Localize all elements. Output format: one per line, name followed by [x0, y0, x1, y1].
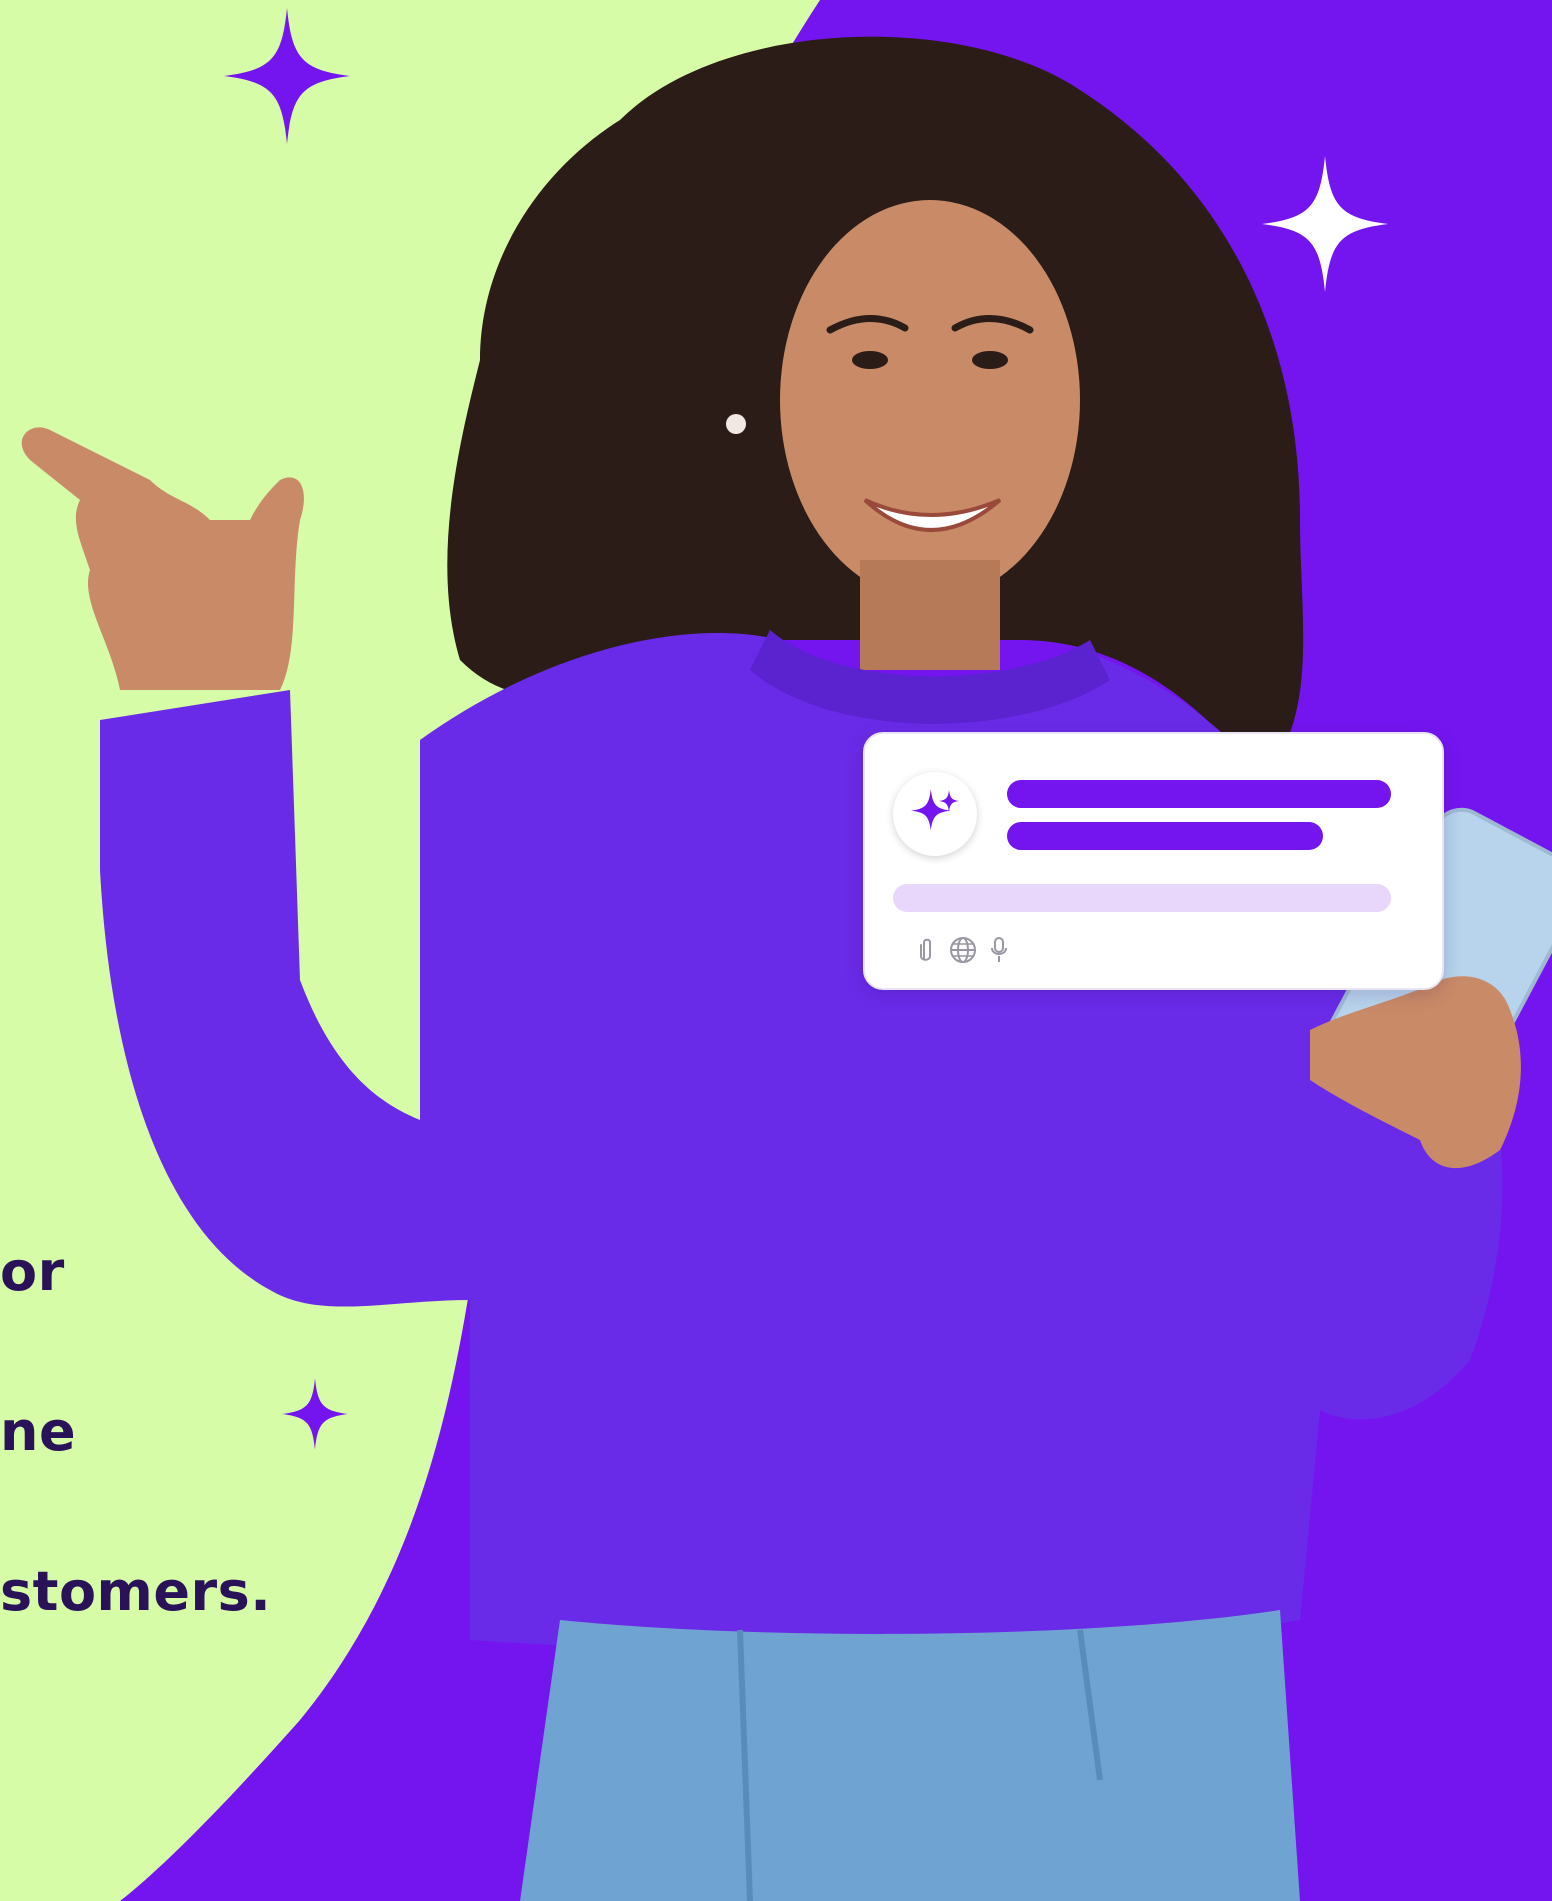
globe-icon[interactable] [949, 936, 977, 964]
chat-input-field[interactable] [893, 884, 1391, 912]
face [780, 200, 1080, 600]
neck [860, 560, 1000, 670]
sparkle-icon [911, 789, 959, 831]
message-line-1 [1007, 780, 1391, 808]
microphone-icon[interactable] [985, 936, 1013, 964]
assistant-avatar [893, 772, 977, 856]
message-line-2 [1007, 822, 1323, 850]
chat-tools [913, 936, 1013, 964]
raised-hand [21, 427, 304, 690]
jeans [520, 1610, 1300, 1901]
ai-chat-card [863, 732, 1444, 990]
paperclip-icon[interactable] [913, 936, 941, 964]
